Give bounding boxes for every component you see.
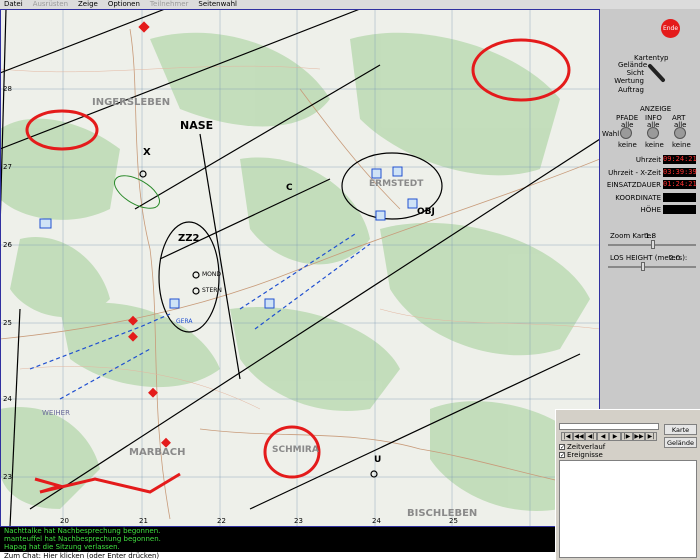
label-u: U: [374, 455, 382, 465]
los-slider-track[interactable]: [608, 266, 696, 268]
replay-panel: |◀ ◀◀ ◀| ◀ ▶ |▶ ▶▶ ▶| Karte Gelände ✓ Ze…: [555, 409, 700, 560]
karte-button[interactable]: Karte: [664, 424, 697, 435]
chat-panel: Nachttalke hat Nachbesprechung begonnen.…: [0, 527, 559, 560]
koordinate-label: KOORDINATE: [615, 194, 661, 202]
place-ingersleben: INGERSLEBEN: [92, 97, 171, 108]
kartentyp-sicht[interactable]: Sicht: [618, 69, 644, 77]
art-knob-icon[interactable]: [674, 127, 686, 139]
einsatzdauer-value: 01:24:21: [663, 180, 697, 189]
grid-x-25: 25: [449, 517, 458, 525]
replay-play-button[interactable]: ▶: [609, 432, 621, 441]
label-nase: NASE: [180, 119, 214, 132]
grid-y-24: 24: [3, 395, 12, 403]
replay-first-button[interactable]: |◀: [561, 432, 573, 441]
menu-datei[interactable]: Datei: [4, 0, 23, 9]
los-slider-thumb[interactable]: [641, 262, 645, 271]
grid-x-20: 20: [60, 517, 69, 525]
menu-seitenwahl[interactable]: Seitenwahl: [198, 0, 237, 9]
kartentyp-wertung[interactable]: Wertung: [612, 77, 644, 85]
place-marbach: MARBACH: [129, 447, 186, 458]
kartentyp-auftrag[interactable]: Auftrag: [612, 86, 644, 94]
grid-x-24: 24: [372, 517, 381, 525]
chat-input[interactable]: Zum Chat: Hier klicken (oder Enter drück…: [0, 552, 559, 560]
anzeige-wahl: Wahl: [602, 130, 620, 138]
menu-zeige[interactable]: Zeige: [78, 0, 98, 9]
replay-step-back-button[interactable]: ◀|: [585, 432, 597, 441]
replay-last-button[interactable]: ▶|: [645, 432, 657, 441]
replay-timeline[interactable]: [559, 423, 659, 430]
replay-back-button[interactable]: ◀: [597, 432, 609, 441]
label-obj: OBJ: [417, 207, 435, 217]
grid-y-28: 28: [3, 85, 12, 93]
chat-line: Hapag hat die Sitzung verlassen.: [4, 543, 120, 551]
kartentyp-gelaende[interactable]: Gelände: [618, 61, 647, 69]
zeitverlauf-checkbox[interactable]: ✓: [559, 444, 565, 451]
label-c: C: [286, 183, 293, 193]
place-ermstedt: ERMSTEDT: [369, 179, 424, 189]
place-bischleben: BISCHLEBEN: [407, 508, 478, 519]
replay-step-forward-button[interactable]: |▶: [621, 432, 633, 441]
anzeige-info-keine[interactable]: keine: [645, 141, 664, 149]
menu-bar: Datei Ausrüsten Zeige Optionen Teilnehme…: [0, 0, 700, 9]
info-knob-icon[interactable]: [647, 127, 659, 139]
place-schmira: SCHMIRA: [272, 445, 319, 455]
label-x: X: [143, 147, 151, 158]
menu-teilnehmer[interactable]: Teilnehmer: [150, 0, 188, 9]
menu-ausruesten[interactable]: Ausrüsten: [33, 0, 68, 9]
label-weiher: WEIHER: [42, 409, 70, 417]
grid-x-23: 23: [294, 517, 303, 525]
chat-line: Nachttalke hat Nachbesprechung begonnen.: [4, 527, 161, 535]
label-gera: GERA: [176, 318, 193, 325]
koordinate-value: [663, 193, 696, 202]
uhrzeit-label: Uhrzeit: [635, 156, 661, 164]
ende-button[interactable]: Ende: [661, 19, 680, 38]
chat-line: manteuffel hat Nachbesprechung begonnen.: [4, 535, 161, 543]
grid-y-27: 27: [3, 163, 12, 171]
replay-event-list[interactable]: [559, 460, 697, 558]
zeitverlauf-label: Zeitverlauf: [567, 443, 606, 451]
anzeige-pfade-keine[interactable]: keine: [618, 141, 637, 149]
menu-optionen[interactable]: Optionen: [108, 0, 140, 9]
grid-y-26: 26: [3, 241, 12, 249]
replay-rewind-button[interactable]: ◀◀: [573, 432, 585, 441]
zoom-value: 1.8: [645, 232, 657, 240]
grid-x-22: 22: [217, 517, 226, 525]
hoehe-value: [663, 205, 696, 214]
grid-x-21: 21: [139, 517, 148, 525]
xzeit-label: Uhrzeit - X-Zeit: [608, 169, 661, 177]
ereignisse-label: Ereignisse: [567, 451, 603, 459]
anzeige-art-keine[interactable]: keine: [672, 141, 691, 149]
pfade-knob-icon[interactable]: [620, 127, 632, 139]
gelaende-button[interactable]: Gelände: [664, 437, 697, 448]
einsatzdauer-label: EINSATZDAUER: [606, 181, 661, 189]
label-zz2: ZZ2: [178, 233, 200, 244]
ereignisse-checkbox[interactable]: ✓: [559, 452, 565, 459]
zoom-slider-thumb[interactable]: [651, 240, 655, 249]
kartentyp-knob-icon[interactable]: [646, 62, 668, 84]
tactical-map[interactable]: INGERSLEBEN MARBACH SCHMIRA ERMSTEDT BIS…: [0, 9, 600, 527]
grid-y-25: 25: [3, 319, 12, 327]
anzeige-title: ANZEIGE: [640, 105, 672, 113]
los-value: 2.0: [669, 254, 681, 262]
xzeit-value: 03:39:39: [663, 168, 697, 177]
label-stern: STERN: [202, 287, 222, 294]
label-mond: MOND: [202, 271, 222, 278]
grid-y-23: 23: [3, 473, 12, 481]
hoehe-label: HÖHE: [640, 206, 661, 214]
replay-fast-forward-button[interactable]: ▶▶: [633, 432, 645, 441]
uhrzeit-value: 09:24:21: [663, 155, 697, 164]
